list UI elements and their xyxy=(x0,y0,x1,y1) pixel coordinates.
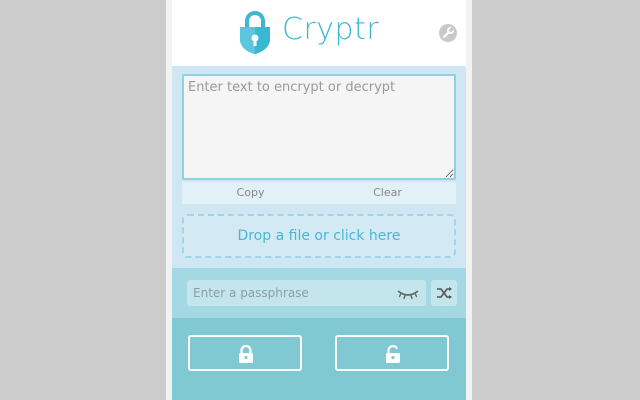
app-title: Cryptr xyxy=(282,12,380,47)
app-header: Cryptr xyxy=(172,0,466,66)
message-textarea[interactable] xyxy=(182,74,456,180)
clear-button[interactable]: Clear xyxy=(319,182,456,204)
padlock-shield-logo-icon xyxy=(240,11,270,54)
text-actions-bar: Copy Clear xyxy=(182,182,456,204)
locked-padlock-icon xyxy=(239,344,253,363)
passphrase-input[interactable] xyxy=(187,280,397,306)
passphrase-section xyxy=(172,268,466,318)
shuffle-button[interactable] xyxy=(431,280,457,306)
text-section: Copy Clear Drop a file or click here xyxy=(172,66,466,268)
passphrase-field xyxy=(187,280,426,306)
decrypt-button[interactable] xyxy=(335,335,449,371)
file-dropzone[interactable]: Drop a file or click here xyxy=(182,214,456,258)
cryptr-app: Cryptr Copy Clear Drop a file or click h… xyxy=(166,0,472,400)
shuffle-icon xyxy=(437,287,452,299)
wrench-icon xyxy=(442,26,455,39)
settings-button[interactable] xyxy=(439,24,457,42)
encrypt-button[interactable] xyxy=(188,335,302,371)
action-section xyxy=(172,318,466,400)
app-panel: Cryptr Copy Clear Drop a file or click h… xyxy=(172,0,466,400)
closed-eye-icon[interactable] xyxy=(397,287,419,301)
unlocked-padlock-icon xyxy=(386,344,400,363)
copy-button[interactable]: Copy xyxy=(182,182,319,204)
